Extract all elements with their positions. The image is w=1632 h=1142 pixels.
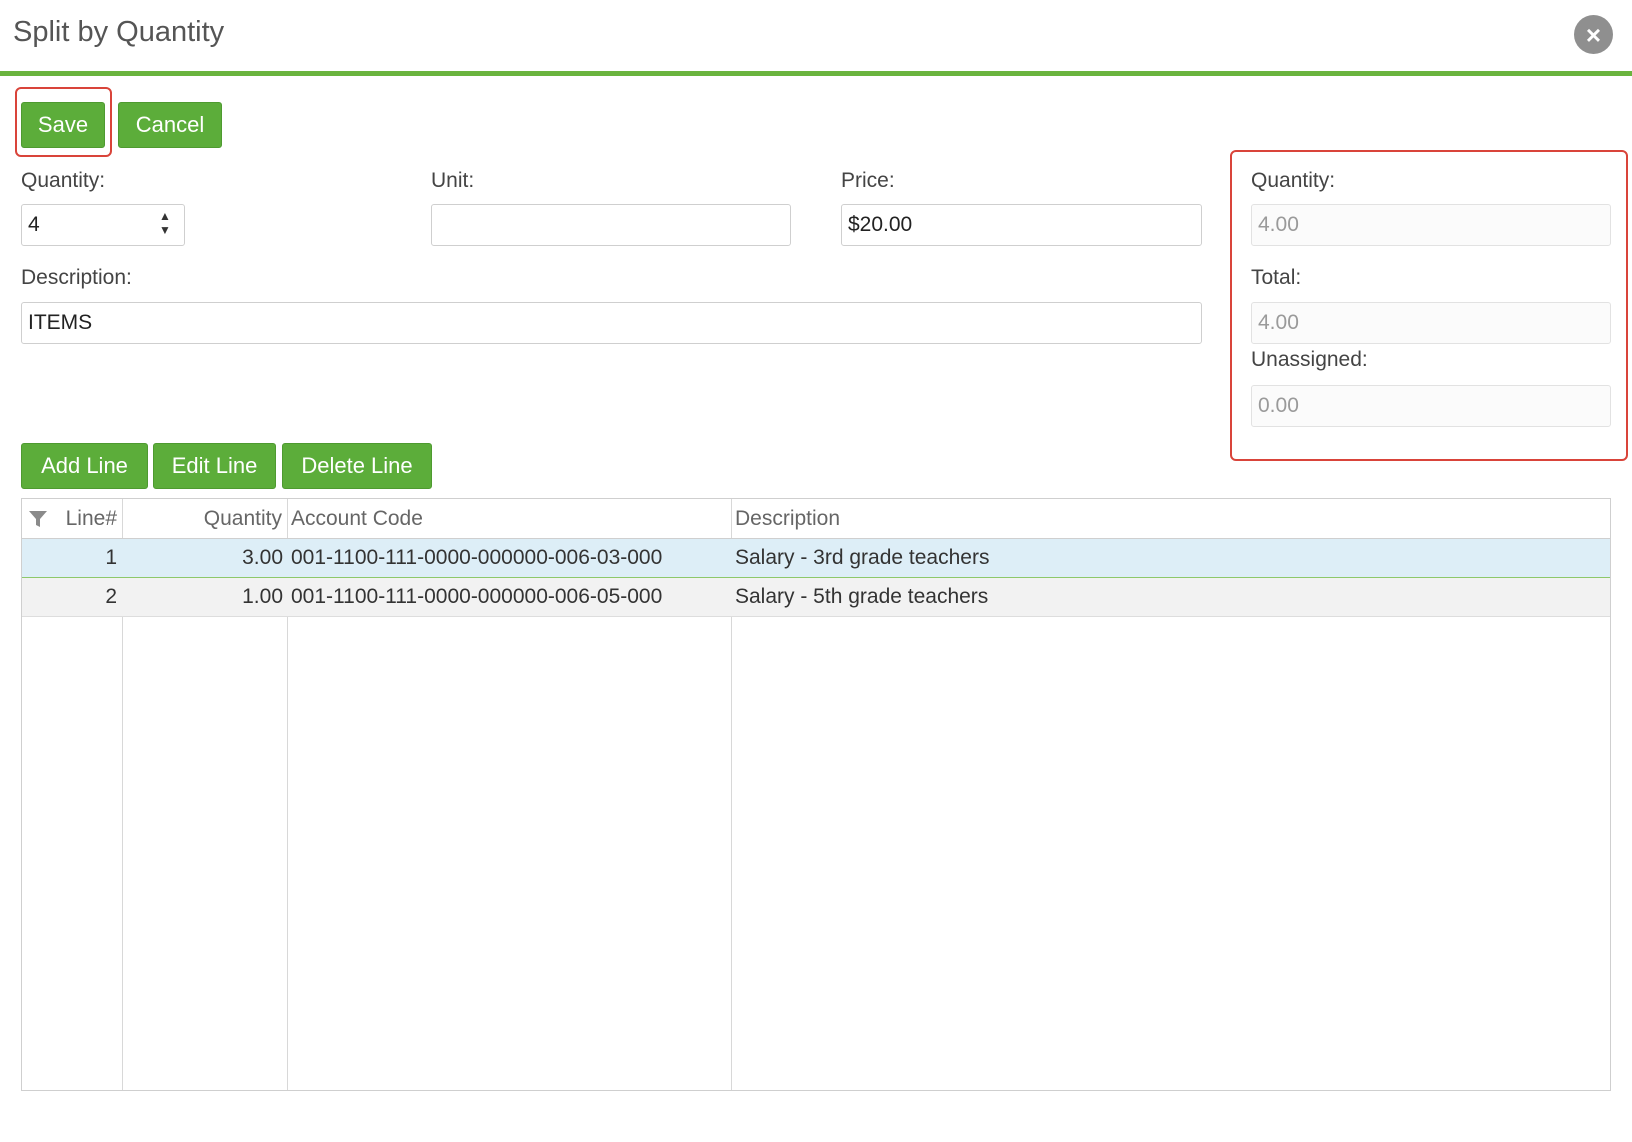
add-line-button[interactable]: Add Line bbox=[21, 443, 148, 489]
cancel-button[interactable]: Cancel bbox=[118, 102, 222, 148]
summary-unassigned-field bbox=[1251, 385, 1611, 427]
table-row[interactable]: 1 3.00 001-1100-111-0000-000000-006-03-0… bbox=[22, 539, 1610, 578]
column-header-quantity[interactable]: Quantity bbox=[122, 499, 282, 539]
cell-account-code: 001-1100-111-0000-000000-006-05-000 bbox=[291, 585, 663, 608]
unit-label: Unit: bbox=[431, 169, 475, 192]
description-input[interactable] bbox=[21, 302, 1202, 344]
dialog-titlebar: Split by Quantity × bbox=[0, 0, 1632, 71]
title-divider bbox=[0, 71, 1632, 76]
table-row[interactable]: 2 1.00 001-1100-111-0000-000000-006-05-0… bbox=[22, 578, 1610, 617]
summary-quantity-label: Quantity: bbox=[1251, 169, 1336, 192]
quantity-label: Quantity: bbox=[21, 169, 106, 192]
cell-line: 2 bbox=[105, 585, 117, 608]
stepper-up-icon[interactable]: ▲ bbox=[158, 210, 172, 222]
summary-total-label: Total: bbox=[1251, 266, 1302, 289]
split-lines-grid: Line# Quantity Account Code Description … bbox=[21, 498, 1611, 1091]
edit-line-button[interactable]: Edit Line bbox=[153, 443, 276, 489]
description-label: Description: bbox=[21, 266, 132, 289]
price-input[interactable] bbox=[841, 204, 1202, 246]
cell-description: Salary - 5th grade teachers bbox=[735, 585, 989, 608]
delete-line-button[interactable]: Delete Line bbox=[282, 443, 432, 489]
dialog-title: Split by Quantity bbox=[13, 16, 225, 48]
cell-quantity: 3.00 bbox=[242, 546, 283, 569]
summary-unassigned-label: Unassigned: bbox=[1251, 348, 1368, 371]
column-header-line[interactable]: Line# bbox=[22, 499, 117, 539]
price-label: Price: bbox=[841, 169, 895, 192]
column-header-account-code[interactable]: Account Code bbox=[291, 499, 423, 539]
grid-header: Line# Quantity Account Code Description bbox=[22, 499, 1610, 539]
stepper-down-icon[interactable]: ▼ bbox=[158, 224, 172, 236]
close-icon: × bbox=[1585, 19, 1602, 50]
cell-quantity: 1.00 bbox=[242, 585, 283, 608]
summary-quantity-field bbox=[1251, 204, 1611, 246]
unit-input[interactable] bbox=[431, 204, 791, 246]
save-button[interactable]: Save bbox=[21, 102, 105, 148]
summary-total-field bbox=[1251, 302, 1611, 344]
close-button[interactable]: × bbox=[1574, 15, 1613, 54]
cell-account-code: 001-1100-111-0000-000000-006-03-000 bbox=[291, 546, 663, 569]
cell-description: Salary - 3rd grade teachers bbox=[735, 546, 990, 569]
column-header-description[interactable]: Description bbox=[735, 499, 840, 539]
cell-line: 1 bbox=[105, 546, 117, 569]
quantity-stepper[interactable]: ▲ ▼ bbox=[158, 208, 172, 238]
